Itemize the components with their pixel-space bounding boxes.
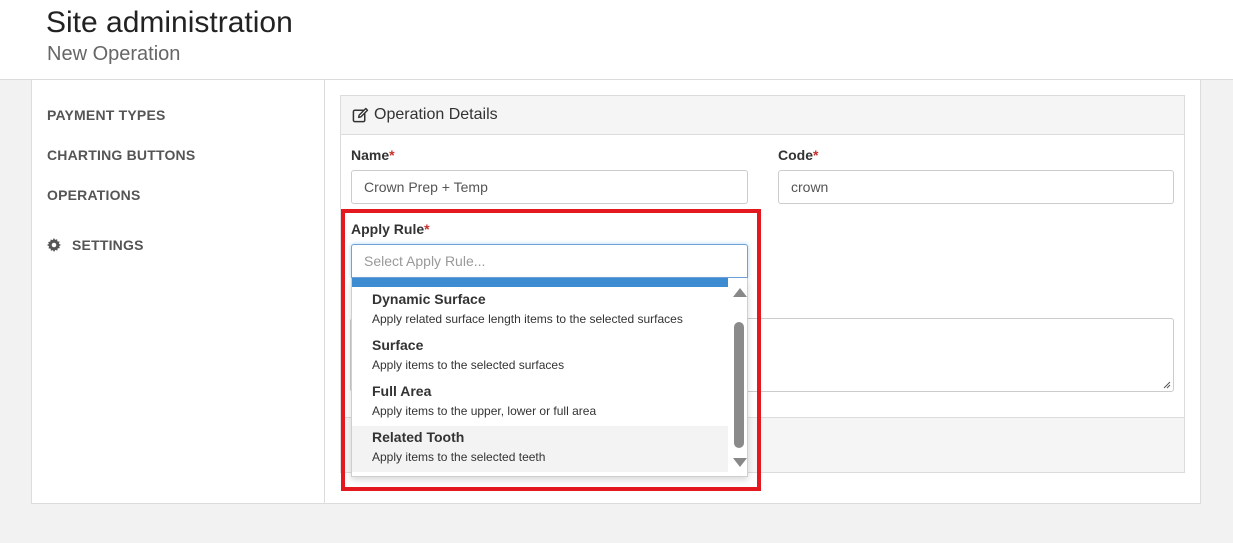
option-dynamic-surface[interactable]: Dynamic Surface Apply related surface le… — [352, 288, 728, 334]
option-title: Full Area — [372, 383, 432, 399]
apply-rule-search-input[interactable] — [351, 244, 748, 278]
name-input[interactable] — [351, 170, 748, 204]
edit-icon — [352, 107, 369, 122]
card-title: Operation Details — [374, 106, 498, 123]
sidebar-item-settings[interactable]: SETTINGS — [47, 237, 144, 253]
scroll-down-arrow-icon[interactable] — [733, 458, 747, 467]
option-title: Dynamic Surface — [372, 291, 486, 307]
apply-rule-dropdown: Dynamic Surface Apply related surface le… — [351, 278, 748, 477]
option-description: Apply items to the selected surfaces — [372, 358, 565, 372]
page-subtitle: New Operation — [47, 43, 181, 65]
scrollbar-thumb[interactable] — [734, 322, 744, 448]
page-title: Site administration — [46, 6, 293, 39]
sidebar-item-label: SETTINGS — [72, 237, 144, 253]
sidebar-item-operations[interactable]: OPERATIONS — [47, 187, 141, 203]
selected-option-highlight[interactable] — [352, 278, 728, 287]
option-related-tooth[interactable]: Related Tooth Apply items to the selecte… — [352, 426, 728, 472]
required-mark: * — [424, 221, 430, 237]
sidebar-item-payment-types[interactable]: PAYMENT TYPES — [47, 107, 166, 123]
option-title: Related Tooth — [372, 429, 465, 445]
name-label: Name* — [351, 147, 395, 163]
card-header: Operation Details — [341, 96, 1184, 135]
resize-grip-icon[interactable] — [1163, 381, 1171, 389]
option-description: Apply items to the selected teeth — [372, 450, 546, 464]
required-mark: * — [813, 147, 819, 163]
sidebar-item-label: CHARTING BUTTONS — [47, 147, 196, 163]
gear-icon — [47, 238, 61, 252]
apply-rule-label: Apply Rule* — [351, 221, 430, 237]
sidebar-item-label: OPERATIONS — [47, 187, 141, 203]
option-full-area[interactable]: Full Area Apply items to the upper, lowe… — [352, 380, 728, 426]
option-description: Apply related surface length items to th… — [372, 312, 683, 326]
page-header: Site administration New Operation — [0, 0, 1233, 80]
option-description: Apply items to the upper, lower or full … — [372, 404, 597, 418]
sidebar-item-label: PAYMENT TYPES — [47, 107, 166, 123]
required-mark: * — [389, 147, 395, 163]
option-title: Surface — [372, 337, 424, 353]
option-surface[interactable]: Surface Apply items to the selected surf… — [352, 334, 728, 380]
sidebar: PAYMENT TYPES CHARTING BUTTONS OPERATION… — [31, 80, 325, 504]
code-input[interactable] — [778, 170, 1174, 204]
scroll-up-arrow-icon[interactable] — [733, 288, 747, 297]
code-label: Code* — [778, 147, 819, 163]
dropdown-scrollbar[interactable] — [730, 278, 747, 476]
sidebar-item-charting-buttons[interactable]: CHARTING BUTTONS — [47, 147, 195, 163]
